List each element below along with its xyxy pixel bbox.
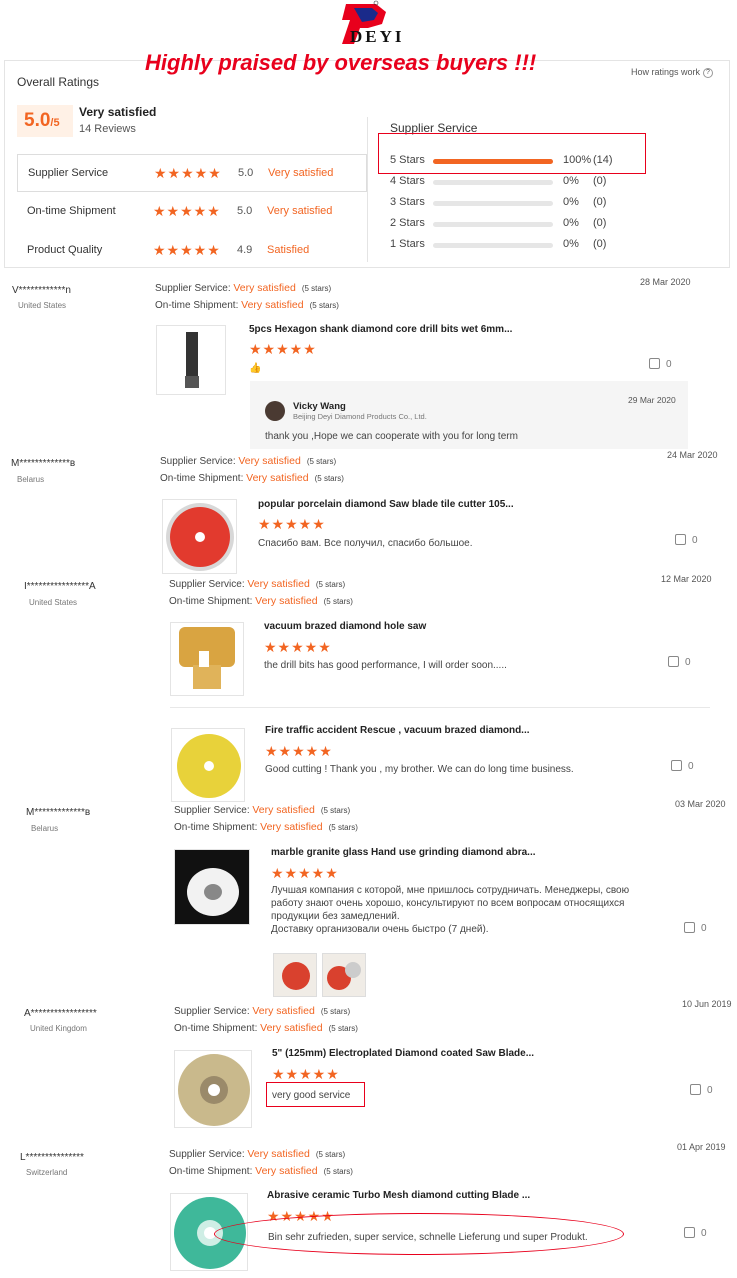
product-thumbnail[interactable]: [174, 1050, 252, 1128]
thumbs-up-icon: [671, 760, 682, 771]
star-rating: ★★★★★: [153, 203, 221, 219]
reviewer-country: Belarus: [31, 824, 59, 833]
divider: [367, 117, 368, 262]
product-thumbnail[interactable]: [156, 325, 226, 395]
review-date: 28 Mar 2020: [640, 277, 691, 287]
reviewer-country: United States: [29, 598, 78, 607]
review-meta: Supplier Service: Very satisfied (5 stars…: [174, 1005, 358, 1034]
reviewer-country: Switzerland: [26, 1168, 68, 1177]
product-title[interactable]: vacuum brazed diamond hole saw: [264, 621, 426, 632]
dist-row-1: 1 Stars 0% (0): [390, 238, 607, 250]
review-count: 14 Reviews: [79, 123, 136, 135]
how-ratings-work-link[interactable]: How ratings work?: [631, 67, 713, 78]
dist-row-2: 2 Stars 0% (0): [390, 217, 607, 229]
reviewer-name: M*************в: [26, 807, 91, 818]
seller-reply: Vicky Wang Beijing Deyi Diamond Products…: [250, 381, 688, 449]
review-text: 👍: [249, 363, 262, 374]
reviewer-name: L***************: [20, 1152, 84, 1163]
question-icon: ?: [703, 67, 713, 78]
product-thumbnail[interactable]: [162, 499, 237, 574]
review-date: 12 Mar 2020: [661, 574, 712, 584]
review-date: 03 Mar 2020: [675, 799, 726, 809]
avatar: [265, 401, 285, 421]
highlight-annotation: [214, 1213, 624, 1255]
thumbs-up-icon: [668, 656, 679, 667]
star-rating: ★★★★★: [271, 865, 339, 881]
dist-row-3: 3 Stars 0% (0): [390, 196, 607, 208]
review-date: 01 Apr 2019: [677, 1142, 726, 1152]
thumbs-up-icon: [649, 358, 660, 369]
reply-date: 29 Mar 2020: [628, 395, 676, 405]
overall-ratings-title: Overall Ratings: [17, 75, 100, 89]
star-rating: ★★★★★: [154, 165, 222, 181]
review-meta: Supplier Service: Very satisfied (5 stars…: [155, 282, 339, 311]
overall-score: 5.0/5: [17, 105, 73, 137]
category-row-ontime-shipment: On-time Shipment ★★★★★ 5.0 Very satisfie…: [27, 203, 333, 219]
reviewer-name: M*************в: [11, 458, 76, 469]
reviewer-name: I****************A: [24, 581, 96, 592]
thumbs-up-icon: [684, 1227, 695, 1238]
review-date: 24 Mar 2020: [667, 450, 718, 460]
overall-ratings-card: Overall Ratings How ratings work? 5.0/5 …: [4, 60, 730, 268]
like-button[interactable]: 0: [684, 1227, 707, 1239]
review-meta: Supplier Service: Very satisfied (5 stars…: [169, 578, 353, 607]
like-button[interactable]: 0: [684, 922, 707, 934]
review-text: the drill bits has good performance, I w…: [264, 660, 507, 671]
reviewer-country: United Kingdom: [30, 1024, 87, 1033]
review-meta: Supplier Service: Very satisfied (5 stars…: [160, 455, 344, 484]
category-row-product-quality: Product Quality ★★★★★ 4.9 Satisfied: [27, 242, 310, 258]
reply-name: Vicky Wang: [293, 401, 346, 412]
reply-text: thank you ,Hope we can cooperate with yo…: [265, 431, 518, 442]
product-title[interactable]: popular porcelain diamond Saw blade tile…: [258, 499, 514, 510]
review-meta: Supplier Service: Very satisfied (5 stars…: [174, 804, 358, 833]
like-button[interactable]: 0: [675, 534, 698, 546]
divider: [170, 707, 710, 708]
overall-score-label: Very satisfied: [79, 105, 157, 119]
product-title[interactable]: 5" (125mm) Electroplated Diamond coated …: [272, 1048, 534, 1059]
reply-company: Beijing Deyi Diamond Products Co., Ltd.: [293, 412, 427, 421]
review-text: Лучшая компания с которой, мне пришлось …: [271, 885, 630, 935]
like-button[interactable]: 0: [690, 1084, 713, 1096]
review-text: Good cutting ! Thank you , my brother. W…: [265, 764, 574, 775]
product-thumbnail[interactable]: [171, 728, 245, 802]
headline: Highly praised by overseas buyers !!!: [145, 50, 537, 75]
star-rating: ★★★★★: [258, 516, 326, 532]
product-title[interactable]: Abrasive ceramic Turbo Mesh diamond cutt…: [267, 1190, 530, 1201]
thumbs-up-icon: [684, 922, 695, 933]
review-text: Спасибо вам. Все получил, спасибо большо…: [258, 538, 473, 549]
review-date: 10 Jun 2019: [682, 999, 732, 1009]
reviewer-country: Belarus: [17, 475, 45, 484]
product-thumbnail[interactable]: [170, 622, 244, 696]
product-title[interactable]: marble granite glass Hand use grinding d…: [271, 847, 536, 858]
highlight-annotation: [266, 1082, 365, 1107]
review-meta: Supplier Service: Very satisfied (5 stars…: [169, 1148, 353, 1177]
highlight-annotation: [378, 133, 646, 174]
dist-row-4: 4 Stars 0% (0): [390, 175, 607, 187]
star-rating: ★★★★★: [272, 1066, 340, 1082]
star-rating: ★★★★★: [249, 341, 317, 357]
review-photo[interactable]: [273, 953, 317, 997]
product-title[interactable]: Fire traffic accident Rescue , vacuum br…: [265, 725, 530, 736]
star-rating: ★★★★★: [264, 639, 332, 655]
product-thumbnail[interactable]: [174, 849, 250, 925]
logo-text: DEYI: [350, 27, 405, 46]
reviewer-name: A*****************: [24, 1008, 97, 1019]
review-photo[interactable]: [322, 953, 366, 997]
like-button[interactable]: 0: [649, 358, 672, 370]
product-title[interactable]: 5pcs Hexagon shank diamond core drill bi…: [249, 324, 512, 335]
thumbs-up-icon: [690, 1084, 701, 1095]
reviewer-name: V************n: [12, 285, 71, 296]
category-row-supplier-service: Supplier Service ★★★★★ 5.0 Very satisfie…: [17, 154, 367, 192]
thumbs-up-icon: [675, 534, 686, 545]
like-button[interactable]: 0: [668, 656, 691, 668]
star-rating: ★★★★★: [265, 743, 333, 759]
reviewer-country: United States: [18, 301, 67, 310]
star-rating: ★★★★★: [153, 242, 221, 258]
like-button[interactable]: 0: [671, 760, 694, 772]
